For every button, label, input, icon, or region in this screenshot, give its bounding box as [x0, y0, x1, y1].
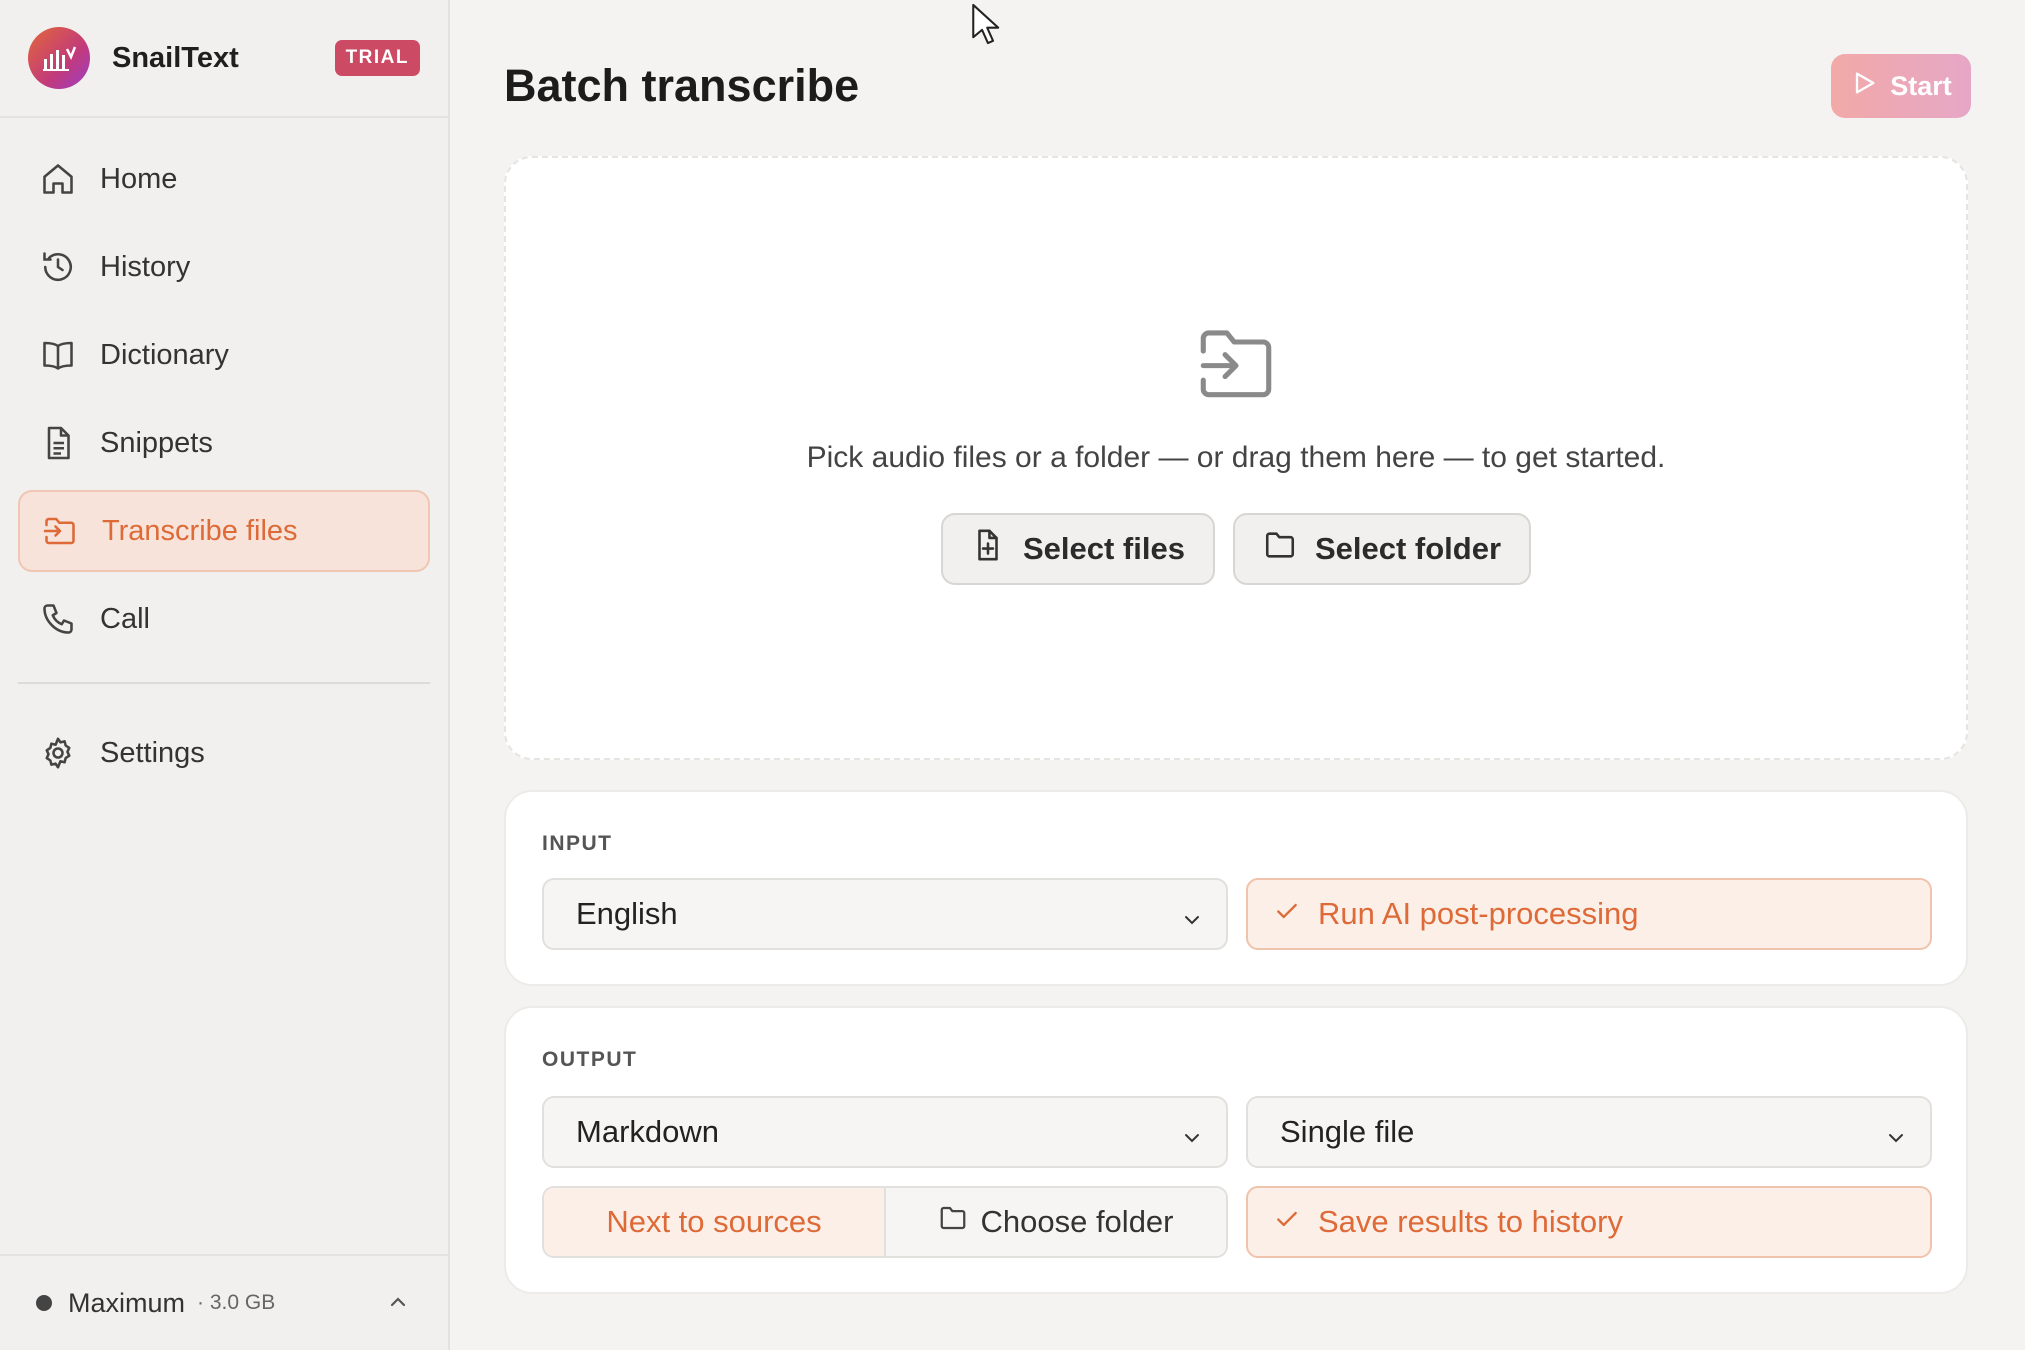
sidebar-item-label: Settings	[100, 736, 205, 769]
language-select[interactable]: English	[542, 878, 1228, 950]
app-name: SnailText	[112, 41, 239, 74]
app-window: SnailText TRIAL Home History Dictionary …	[0, 0, 2025, 1350]
home-icon	[38, 159, 78, 199]
sidebar-item-history[interactable]: History	[18, 226, 430, 308]
page-title: Batch transcribe	[504, 60, 860, 111]
next-to-sources-option[interactable]: Next to sources	[544, 1188, 884, 1256]
document-icon	[38, 423, 78, 463]
ai-postprocess-label: Run AI post-processing	[1318, 896, 1639, 931]
sidebar-item-call[interactable]: Call	[18, 578, 430, 660]
folder-icon	[938, 1203, 968, 1241]
main-content: Batch transcribe Start Pick audio files …	[450, 0, 2025, 1350]
output-section-label: OUTPUT	[542, 1048, 638, 1071]
trial-badge: TRIAL	[334, 40, 420, 76]
file-dropzone[interactable]: Pick audio files or a folder — or drag t…	[504, 156, 1968, 760]
history-icon	[38, 247, 78, 287]
sidebar-item-snippets[interactable]: Snippets	[18, 402, 430, 484]
sidebar-item-settings[interactable]: Settings	[18, 712, 430, 794]
ai-postprocess-toggle[interactable]: Run AI post-processing	[1246, 878, 1932, 950]
model-name: Maximum	[68, 1287, 186, 1318]
sidebar-item-home[interactable]: Home	[18, 138, 430, 220]
sidebar-divider	[18, 682, 430, 684]
input-section-label: INPUT	[542, 832, 613, 855]
sidebar-item-label: Dictionary	[100, 338, 229, 371]
model-size: · 3.0 GB	[197, 1291, 276, 1314]
chevron-down-icon	[1884, 1122, 1908, 1158]
model-status-dot	[36, 1295, 52, 1311]
output-settings-card: OUTPUT Markdown Single file Next to sour…	[504, 1006, 1968, 1294]
gear-icon	[38, 733, 78, 773]
folder-input-icon	[1191, 322, 1281, 407]
sidebar: SnailText TRIAL Home History Dictionary …	[0, 0, 450, 1350]
sidebar-item-label: Home	[100, 162, 178, 195]
sidebar-item-label: Snippets	[100, 426, 213, 459]
choose-folder-option[interactable]: Choose folder	[884, 1188, 1226, 1256]
file-plus-icon	[971, 528, 1005, 570]
sidebar-item-transcribe-files[interactable]: Transcribe files	[18, 490, 430, 572]
output-location-segmented: Next to sources Choose folder	[542, 1186, 1228, 1258]
phone-icon	[38, 599, 78, 639]
start-button[interactable]: Start	[1831, 54, 1971, 118]
next-to-sources-label: Next to sources	[606, 1204, 822, 1239]
save-history-label: Save results to history	[1318, 1204, 1623, 1239]
app-logo-icon	[28, 27, 90, 89]
sidebar-item-label: Transcribe files	[102, 514, 298, 547]
chevron-up-icon[interactable]	[386, 1290, 410, 1319]
chevron-down-icon	[1180, 904, 1204, 940]
check-icon	[1274, 896, 1300, 932]
start-button-label: Start	[1890, 70, 1952, 101]
sidebar-item-dictionary[interactable]: Dictionary	[18, 314, 430, 396]
chevron-down-icon	[1180, 1122, 1204, 1158]
sidebar-nav: Home History Dictionary Snippets Transcr…	[0, 118, 448, 794]
select-files-label: Select files	[1022, 531, 1185, 566]
select-folder-button[interactable]: Select folder	[1232, 513, 1532, 585]
check-icon	[1274, 1204, 1300, 1240]
choose-folder-label: Choose folder	[980, 1204, 1174, 1239]
sidebar-item-label: Call	[100, 602, 150, 635]
dropzone-hint: Pick audio files or a folder — or drag t…	[806, 441, 1666, 474]
sidebar-item-label: History	[100, 250, 191, 283]
input-settings-card: INPUT English Run AI post-processing	[504, 790, 1968, 986]
select-folder-label: Select folder	[1314, 531, 1502, 566]
book-icon	[38, 335, 78, 375]
output-mode-select[interactable]: Single file	[1246, 1096, 1932, 1168]
output-mode-value: Single file	[1280, 1114, 1415, 1149]
folder-icon	[1263, 528, 1297, 570]
dropzone-actions: Select files Select folder	[940, 513, 1532, 585]
select-files-button[interactable]: Select files	[940, 513, 1215, 585]
brand-header: SnailText TRIAL	[0, 0, 448, 118]
folder-input-icon	[40, 511, 80, 551]
save-history-toggle[interactable]: Save results to history	[1246, 1186, 1932, 1258]
play-icon	[1850, 69, 1878, 104]
format-select[interactable]: Markdown	[542, 1096, 1228, 1168]
model-selector[interactable]: Maximum · 3.0 GB	[0, 1254, 448, 1350]
mouse-cursor-icon	[970, 2, 1000, 51]
format-value: Markdown	[576, 1114, 719, 1149]
language-value: English	[576, 896, 678, 931]
